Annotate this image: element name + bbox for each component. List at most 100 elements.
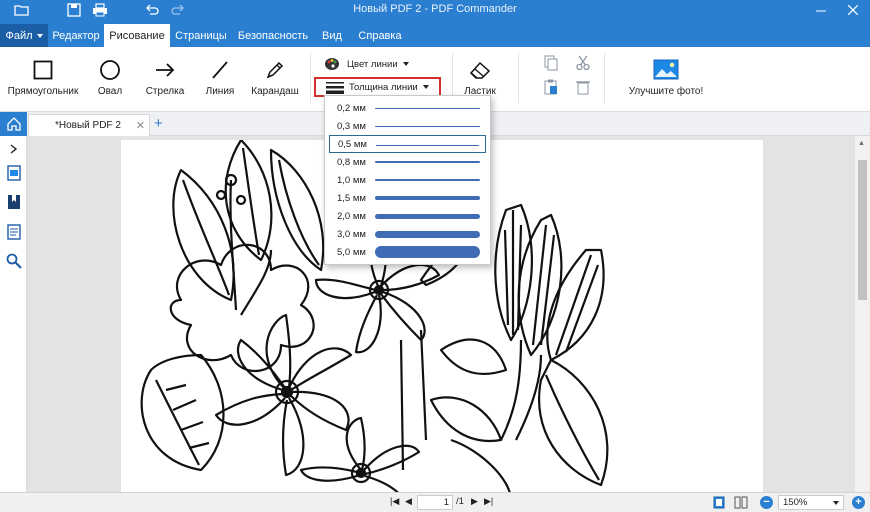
window-title: Новый PDF 2 - PDF Commander bbox=[353, 3, 517, 15]
pencil-tool-label: Карандаш bbox=[251, 86, 299, 97]
minimize-icon[interactable] bbox=[806, 0, 836, 20]
line-width-option-label: 1,0 мм bbox=[337, 174, 366, 186]
line-width-option[interactable]: 1,0 мм bbox=[329, 171, 486, 189]
document-tab[interactable]: *Новый PDF 2 ✕ bbox=[28, 114, 150, 136]
scroll-up-icon[interactable]: ▲ bbox=[858, 140, 865, 147]
line-width-sample bbox=[375, 107, 480, 109]
tab-view[interactable]: Вид bbox=[314, 24, 350, 47]
arrow-icon bbox=[152, 57, 178, 83]
scroll-thumb[interactable] bbox=[858, 160, 867, 300]
line-width-option[interactable]: 3,0 мм bbox=[329, 225, 486, 243]
cut-icon[interactable] bbox=[576, 55, 590, 74]
home-icon bbox=[6, 117, 21, 131]
page-number-input[interactable]: 1 bbox=[417, 495, 453, 510]
prev-page-icon[interactable]: ◀ bbox=[405, 496, 412, 507]
copy-icon[interactable] bbox=[544, 55, 558, 74]
close-tab-icon[interactable]: ✕ bbox=[136, 119, 145, 132]
expand-panel-icon[interactable] bbox=[5, 140, 22, 157]
line-color-label: Цвет линии bbox=[347, 58, 398, 70]
chevron-down-icon bbox=[36, 33, 43, 38]
home-button[interactable] bbox=[0, 112, 27, 136]
line-width-option-label: 0,5 мм bbox=[338, 138, 367, 150]
ribbon-tabs: Файл Редактор Рисование Страницы Безопас… bbox=[0, 20, 870, 47]
document-tab-label: *Новый PDF 2 bbox=[55, 120, 121, 131]
line-width-option[interactable]: 0,2 мм bbox=[329, 99, 486, 117]
eraser-button[interactable]: Ластик bbox=[462, 57, 498, 97]
zoom-in-button[interactable]: + bbox=[852, 496, 865, 509]
pencil-tool-button[interactable]: Карандаш bbox=[251, 57, 299, 97]
line-width-option-label: 3,0 мм bbox=[337, 228, 366, 240]
chevron-down-icon bbox=[833, 501, 839, 505]
line-width-sample bbox=[375, 213, 480, 219]
rectangle-tool-button[interactable]: Прямоугольник bbox=[7, 57, 79, 97]
eraser-icon bbox=[467, 57, 493, 83]
line-width-option[interactable]: 0,5 мм bbox=[329, 135, 486, 153]
tab-drawing[interactable]: Рисование bbox=[104, 24, 170, 47]
zoom-value: 150% bbox=[783, 497, 808, 508]
tab-security[interactable]: Безопасность bbox=[232, 24, 314, 47]
chevron-down-icon bbox=[402, 62, 409, 66]
tab-editor[interactable]: Редактор bbox=[48, 24, 104, 47]
line-width-sample bbox=[375, 161, 480, 163]
file-menu-button[interactable]: Файл bbox=[0, 24, 48, 47]
tab-help[interactable]: Справка bbox=[350, 24, 410, 47]
zoom-out-button[interactable]: − bbox=[760, 496, 773, 509]
line-width-option[interactable]: 2,0 мм bbox=[329, 207, 486, 225]
line-width-option-label: 1,5 мм bbox=[337, 192, 366, 204]
palette-icon bbox=[325, 58, 339, 70]
line-width-option-label: 0,8 мм bbox=[337, 156, 366, 168]
first-page-icon[interactable]: |◀ bbox=[390, 496, 399, 507]
pencil-icon bbox=[262, 57, 288, 83]
paste-icon[interactable] bbox=[544, 79, 558, 98]
line-width-sample bbox=[375, 230, 480, 238]
line-width-sample bbox=[375, 179, 480, 181]
line-tool-button[interactable]: Линия bbox=[202, 57, 238, 97]
next-page-icon[interactable]: ▶ bbox=[471, 496, 478, 507]
chevron-down-icon bbox=[422, 85, 429, 89]
line-width-sample bbox=[375, 196, 480, 200]
oval-tool-label: Овал bbox=[97, 86, 123, 97]
enhance-photo-label: Улучшите фото! bbox=[628, 86, 704, 97]
arrow-tool-button[interactable]: Стрелка bbox=[145, 57, 185, 97]
line-width-option[interactable]: 0,8 мм bbox=[329, 153, 486, 171]
page-total: /1 bbox=[456, 496, 464, 507]
line-color-button[interactable]: Цвет линии bbox=[324, 55, 409, 73]
search-icon[interactable] bbox=[5, 252, 22, 269]
line-width-label: Толщина линии bbox=[349, 81, 418, 93]
tab-pages[interactable]: Страницы bbox=[170, 24, 232, 47]
line-width-icon bbox=[326, 81, 344, 94]
single-page-view-icon[interactable] bbox=[713, 496, 725, 512]
photo-icon bbox=[653, 57, 679, 83]
annotations-icon[interactable] bbox=[5, 223, 22, 240]
rectangle-icon bbox=[30, 57, 56, 83]
vertical-scrollbar[interactable]: ▲ bbox=[855, 136, 870, 492]
line-icon bbox=[207, 57, 233, 83]
last-page-icon[interactable]: ▶| bbox=[484, 496, 493, 507]
line-width-option[interactable]: 5,0 мм bbox=[329, 243, 486, 261]
two-page-view-icon[interactable] bbox=[734, 496, 748, 512]
line-width-option[interactable]: 0,3 мм bbox=[329, 117, 486, 135]
oval-tool-button[interactable]: Овал bbox=[92, 57, 128, 97]
zoom-select[interactable]: 150% bbox=[778, 495, 844, 510]
line-width-option[interactable]: 1,5 мм bbox=[329, 189, 486, 207]
line-width-option-label: 0,2 мм bbox=[337, 102, 366, 114]
arrow-tool-label: Стрелка bbox=[145, 86, 185, 97]
line-tool-label: Линия bbox=[205, 86, 235, 97]
ribbon-divider bbox=[310, 53, 311, 103]
delete-icon[interactable] bbox=[576, 79, 590, 98]
bookmarks-icon[interactable] bbox=[5, 193, 22, 210]
line-width-option-label: 5,0 мм bbox=[337, 246, 366, 258]
line-width-option-label: 2,0 мм bbox=[337, 210, 366, 222]
line-width-dropdown: 0,2 мм 0,3 мм 0,5 мм 0,8 мм 1,0 мм 1,5 мм 2,0 … bbox=[324, 95, 491, 265]
add-tab-button[interactable]: + bbox=[154, 115, 163, 132]
title-bar: Новый PDF 2 - PDF Commander bbox=[0, 0, 870, 20]
oval-icon bbox=[97, 57, 123, 83]
status-bar: |◀ ◀ 1 /1 ▶ ▶| − 150% + bbox=[0, 492, 870, 512]
rectangle-tool-label: Прямоугольник bbox=[7, 86, 79, 97]
side-panel bbox=[0, 136, 27, 492]
enhance-photo-button[interactable]: Улучшите фото! bbox=[626, 57, 706, 97]
close-icon[interactable] bbox=[838, 0, 868, 20]
line-width-button[interactable]: Толщина линии bbox=[314, 77, 441, 97]
thumbnails-icon[interactable] bbox=[5, 164, 22, 181]
line-width-sample bbox=[375, 246, 480, 258]
